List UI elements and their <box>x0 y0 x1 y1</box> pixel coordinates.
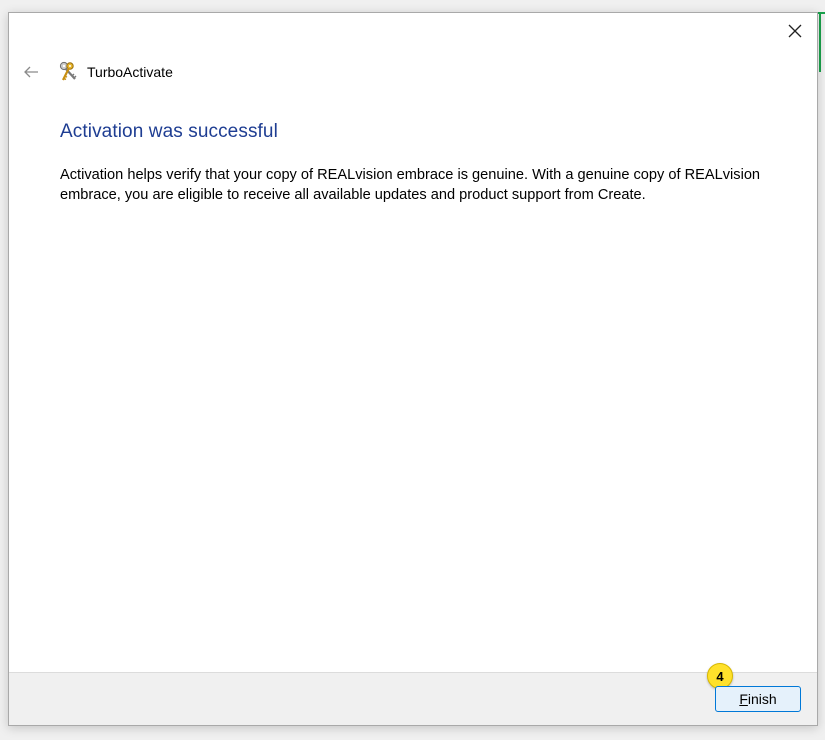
app-title: TurboActivate <box>87 64 173 80</box>
background-window-edge-vertical <box>819 12 821 72</box>
description-text: Activation helps verify that your copy o… <box>60 167 761 203</box>
back-button[interactable] <box>13 57 49 87</box>
finish-mnemonic: F <box>739 691 748 707</box>
finish-label: inish <box>747 691 777 707</box>
close-icon <box>788 24 802 38</box>
page-heading: Activation was successful <box>60 121 278 142</box>
back-arrow-icon <box>24 66 38 78</box>
dialog-footer: 4 Finish <box>9 663 817 725</box>
activation-dialog: TurboActivate Activation was successful … <box>8 12 818 726</box>
desktop-background: TurboActivate Activation was successful … <box>0 0 825 740</box>
dialog-header: TurboActivate <box>9 57 173 87</box>
close-button[interactable] <box>773 13 817 49</box>
keys-icon <box>57 60 81 84</box>
dialog-content: Activation was successful Activation hel… <box>60 121 790 205</box>
finish-button[interactable]: Finish <box>715 686 801 712</box>
